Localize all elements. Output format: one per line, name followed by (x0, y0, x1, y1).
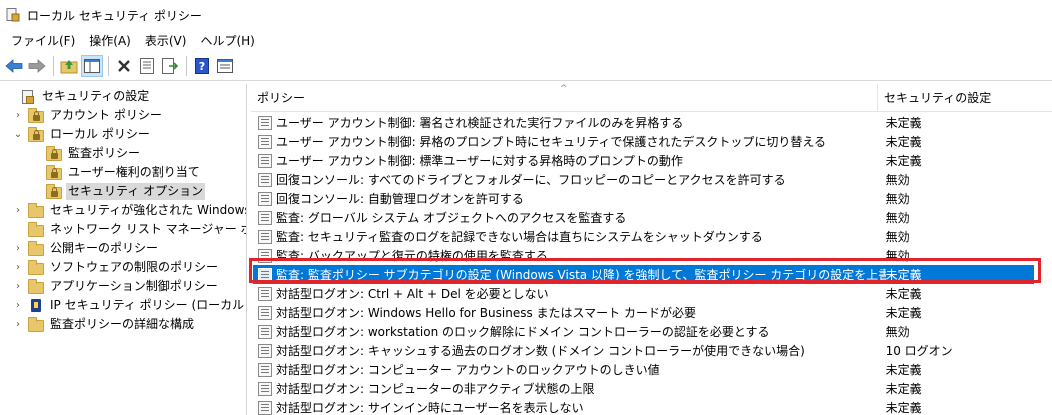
chevron-right-icon[interactable]: › (12, 281, 24, 293)
policy-icon (258, 324, 272, 339)
table-row[interactable]: 対話型ログオン: workstation のロック解除にドメイン コントローラー… (253, 322, 1034, 341)
tree-item-local-policies[interactable]: ⌄ ローカル ポリシー (12, 125, 152, 144)
delete-icon[interactable] (113, 55, 135, 77)
chevron-right-icon[interactable]: › (12, 262, 24, 274)
column-header-policy[interactable]: ^ ポリシー (251, 84, 878, 111)
menu-action[interactable]: 操作(A) (82, 31, 138, 51)
folder-icon (28, 278, 44, 294)
export-list-icon[interactable] (159, 55, 181, 77)
back-arrow-icon[interactable] (3, 55, 25, 77)
tree-item-audit-policy[interactable]: 監査ポリシー (30, 144, 142, 163)
tree-item-account-policies[interactable]: › アカウント ポリシー (12, 106, 164, 125)
folder-icon (28, 202, 44, 218)
table-row[interactable]: 回復コンソール: 自動管理ログオンを許可する 無効 (253, 189, 1034, 208)
policy-icon (258, 172, 272, 187)
table-row[interactable]: 監査: バックアップと復元の特権の使用を監査する 無効 (253, 246, 1034, 265)
policy-icon (258, 381, 272, 396)
chevron-down-icon[interactable]: ⌄ (12, 129, 24, 141)
folder-icon (46, 183, 62, 199)
folder-icon (46, 145, 62, 161)
table-row[interactable]: 監査: セキュリティ監査のログを記録できない場合は直ちにシステムをシャットダウン… (253, 227, 1034, 246)
tree-item-ip-security-policies[interactable]: › IP セキュリティ ポリシー (ローカル コンピューター) (12, 296, 246, 315)
tree-expander (30, 167, 42, 179)
tree-expander (12, 224, 24, 236)
tree-expander (4, 91, 16, 103)
tree-item-network-list-manager[interactable]: ネットワーク リスト マネージャー ポリシー (12, 220, 246, 239)
toolbar-separator (108, 56, 109, 76)
folder-icon (28, 240, 44, 256)
menu-help[interactable]: ヘルプ(H) (193, 31, 261, 51)
chevron-right-icon[interactable]: › (12, 300, 24, 312)
policy-icon (258, 229, 272, 244)
svg-text:?: ? (199, 60, 205, 73)
table-row[interactable]: 対話型ログオン: Windows Hello for Business またはス… (253, 303, 1034, 322)
tree-item-application-control[interactable]: › アプリケーション制御ポリシー (12, 277, 220, 296)
table-row[interactable]: 対話型ログオン: キャッシュする過去のログオン数 (ドメイン コントローラーが使… (253, 341, 1034, 360)
help-icon[interactable]: ? (191, 55, 213, 77)
menu-file[interactable]: ファイル(F) (4, 31, 82, 51)
policy-icon (258, 210, 272, 225)
folder-icon (46, 164, 62, 180)
detail-view-icon[interactable] (214, 55, 236, 77)
column-header-security-setting[interactable]: セキュリティの設定 (878, 84, 1052, 111)
ip-security-icon (28, 298, 44, 313)
folder-icon (28, 126, 44, 142)
policy-icon (258, 191, 272, 206)
policy-icon (258, 267, 272, 282)
up-folder-icon[interactable] (58, 55, 80, 77)
menu-bar: ファイル(F) 操作(A) 表示(V) ヘルプ(H) (0, 30, 1052, 51)
security-root-icon (20, 89, 36, 104)
table-row[interactable]: ユーザー アカウント制御: 署名され検証された実行ファイルのみを昇格する 未定義 (253, 113, 1034, 132)
table-row-selected[interactable]: 監査: 監査ポリシー サブカテゴリの設定 (Windows Vista 以降) … (253, 265, 1034, 284)
properties-icon[interactable] (136, 55, 158, 77)
folder-icon (28, 221, 44, 237)
policy-icon (258, 153, 272, 168)
toolbar-separator (186, 56, 187, 76)
tree-item-security-options[interactable]: セキュリティ オプション (30, 182, 206, 201)
menu-view[interactable]: 表示(V) (138, 31, 194, 51)
folder-icon (28, 259, 44, 275)
table-row[interactable]: 対話型ログオン: コンピューター アカウントのロックアウトのしきい値 未定義 (253, 360, 1034, 379)
list-header: ^ ポリシー セキュリティの設定 (251, 84, 1052, 112)
chevron-right-icon[interactable]: › (12, 205, 24, 217)
navigation-tree: セキュリティの設定 › アカウント ポリシー ⌄ ローカル ポリシー 監査ポリシ… (0, 84, 247, 415)
tree-item-user-rights-assignment[interactable]: ユーザー権利の割り当て (30, 163, 202, 182)
tree-item-software-restriction[interactable]: › ソフトウェアの制限のポリシー (12, 258, 220, 277)
policy-icon (258, 286, 272, 301)
title-bar: ローカル セキュリティ ポリシー (0, 0, 1052, 30)
table-row[interactable]: 対話型ログオン: コンピューターの非アクティブ状態の上限 未定義 (253, 379, 1034, 398)
table-row[interactable]: ユーザー アカウント制御: 昇格のプロンプト時にセキュリティで保護されたデスクト… (253, 132, 1034, 151)
tree-item-windows-defender-firewall[interactable]: › セキュリティが強化された Windows Defender (12, 201, 246, 220)
policy-icon (258, 362, 272, 377)
table-row[interactable]: 監査: グローバル システム オブジェクトへのアクセスを監査する 無効 (253, 208, 1034, 227)
policy-icon (258, 248, 272, 263)
policy-icon (258, 115, 272, 130)
policy-icon (258, 400, 272, 415)
security-policy-app-icon (6, 8, 20, 22)
table-row[interactable]: ユーザー アカウント制御: 標準ユーザーに対する昇格時のプロンプトの動作 未定義 (253, 151, 1034, 170)
table-row[interactable]: 対話型ログオン: サインイン時にユーザー名を表示しない 未定義 (253, 398, 1034, 415)
policy-icon (258, 305, 272, 320)
table-row[interactable]: 回復コンソール: すべてのドライブとフォルダーに、フロッピーのコピーとアクセスを… (253, 170, 1034, 189)
toolbar-separator (53, 56, 54, 76)
tree-item-public-key-policies[interactable]: › 公開キーのポリシー (12, 239, 160, 258)
folder-icon (28, 316, 44, 332)
policy-icon (258, 343, 272, 358)
forward-arrow-icon[interactable] (26, 55, 48, 77)
toolbar: ? (0, 52, 1052, 81)
sort-ascending-icon: ^ (560, 84, 568, 94)
chevron-right-icon[interactable]: › (12, 110, 24, 122)
table-row[interactable]: 対話型ログオン: Ctrl + Alt + Del を必要としない 未定義 (253, 284, 1034, 303)
show-hide-tree-icon[interactable] (81, 55, 103, 77)
policy-list: ^ ポリシー セキュリティの設定 ユーザー アカウント制御: 署名され検証された… (251, 84, 1052, 415)
window-title: ローカル セキュリティ ポリシー (27, 8, 202, 23)
tree-expander (30, 186, 42, 198)
chevron-right-icon[interactable]: › (12, 319, 24, 331)
folder-icon (28, 107, 44, 123)
tree-expander (30, 148, 42, 160)
chevron-right-icon[interactable]: › (12, 243, 24, 255)
tree-item-security-settings[interactable]: セキュリティの設定 (4, 87, 151, 106)
policy-icon (258, 134, 272, 149)
tree-item-advanced-audit-policy[interactable]: › 監査ポリシーの詳細な構成 (12, 315, 196, 334)
